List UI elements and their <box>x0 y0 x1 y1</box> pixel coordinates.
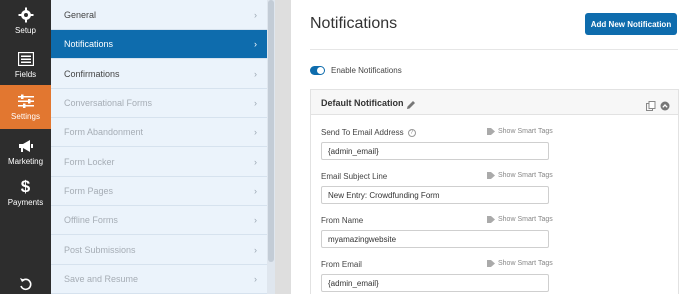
submenu-item-label: General <box>64 10 97 20</box>
rail-label: Setup <box>15 26 36 35</box>
rail-label: Fields <box>14 70 37 79</box>
show-smart-tags-link[interactable]: Show Smart Tags <box>487 172 553 179</box>
show-smart-tags-link[interactable]: Show Smart Tags <box>487 260 553 267</box>
toggle-knob <box>317 67 324 74</box>
chevron-right-icon: › <box>254 127 257 137</box>
chevron-right-icon: › <box>254 98 257 108</box>
from-email-input[interactable]: {admin_email} <box>321 274 549 292</box>
submenu-item-form-pages[interactable]: Form Pages › <box>51 177 267 206</box>
rail-label: Payments <box>7 198 44 207</box>
submenu-item-label: Conversational Forms <box>64 98 153 108</box>
chevron-right-icon: › <box>254 157 257 167</box>
notifications-panel: Notifications Add New Notification Enabl… <box>291 0 680 294</box>
show-smart-tags-link[interactable]: Show Smart Tags <box>487 128 553 135</box>
field-label: Send To Email Address <box>321 128 404 137</box>
from-email-label: From Email <box>321 260 362 269</box>
submenu-item-general[interactable]: General › <box>51 1 267 30</box>
field-label: Email Subject Line <box>321 172 388 181</box>
undo-icon <box>17 276 35 291</box>
megaphone-icon <box>17 138 35 154</box>
smart-tags-label: Show Smart Tags <box>498 260 553 267</box>
notification-card: Default Notification Send To Email Addre… <box>310 89 679 294</box>
submenu-item-save-and-resume[interactable]: Save and Resume › <box>51 265 267 294</box>
from-name-label: From Name <box>321 216 363 225</box>
chevron-right-icon: › <box>254 215 257 225</box>
chevron-right-icon: › <box>254 10 257 20</box>
duplicate-icon[interactable] <box>646 98 656 111</box>
sliders-icon <box>17 93 35 109</box>
submenu-item-label: Notifications <box>64 39 114 49</box>
tag-icon <box>487 216 495 223</box>
submenu-item-form-locker[interactable]: Form Locker › <box>51 148 267 177</box>
tag-icon <box>487 260 495 267</box>
rail-item-marketing[interactable]: Marketing <box>0 131 51 173</box>
gear-icon <box>17 7 35 23</box>
show-smart-tags-link[interactable]: Show Smart Tags <box>487 216 553 223</box>
chevron-right-icon: › <box>254 274 257 284</box>
rail-item-payments[interactable]: $ Payments <box>0 172 51 214</box>
smart-tags-label: Show Smart Tags <box>498 172 553 179</box>
icon-rail: Setup Fields Settings Marketing $ Paymen… <box>0 0 51 294</box>
scrollbar-thumb[interactable] <box>268 0 274 262</box>
fields-icon <box>17 51 35 67</box>
field-label: From Name <box>321 216 364 225</box>
email-subject-label: Email Subject Line <box>321 172 387 181</box>
chevron-right-icon: › <box>254 186 257 196</box>
submenu-item-offline-forms[interactable]: Offline Forms › <box>51 206 267 235</box>
rail-label: Marketing <box>7 157 44 166</box>
rail-label: Settings <box>11 112 40 121</box>
submenu-item-notifications[interactable]: Notifications › <box>51 30 267 59</box>
smart-tags-label: Show Smart Tags <box>498 128 553 135</box>
chevron-right-icon: › <box>254 39 257 49</box>
collapse-icon[interactable] <box>660 98 670 111</box>
card-header[interactable]: Default Notification <box>311 90 678 115</box>
submenu-item-label: Form Abandonment <box>64 127 144 137</box>
tag-icon <box>487 128 495 135</box>
send-to-email-label: Send To Email Address ? <box>321 128 416 137</box>
pencil-icon[interactable] <box>406 97 416 109</box>
submenu-item-label: Save and Resume <box>64 274 139 284</box>
submenu-item-label: Form Locker <box>64 157 115 167</box>
rail-item-setup[interactable]: Setup <box>0 0 51 42</box>
chevron-right-icon: › <box>254 245 257 255</box>
submenu-item-conversational-forms[interactable]: Conversational Forms › <box>51 89 267 118</box>
panel-gap <box>275 0 291 294</box>
rail-item-undo[interactable] <box>0 276 51 294</box>
tag-icon <box>487 172 495 179</box>
email-subject-input[interactable]: New Entry: Crowdfunding Form <box>321 186 549 204</box>
from-name-input[interactable]: myamazingwebsite <box>321 230 549 248</box>
submenu-item-label: Offline Forms <box>64 215 118 225</box>
smart-tags-label: Show Smart Tags <box>498 216 553 223</box>
dollar-icon: $ <box>20 177 31 196</box>
submenu-item-form-abandonment[interactable]: Form Abandonment › <box>51 118 267 147</box>
submenu-item-confirmations[interactable]: Confirmations › <box>51 60 267 89</box>
enable-notifications-toggle[interactable] <box>310 66 325 75</box>
send-to-email-input[interactable]: {admin_email} <box>321 142 549 160</box>
settings-submenu: General › Notifications › Confirmations … <box>51 0 275 294</box>
chevron-right-icon: › <box>254 69 257 79</box>
submenu-scrollbar[interactable] <box>267 0 275 294</box>
divider <box>310 49 678 50</box>
rail-item-fields[interactable]: Fields <box>0 44 51 86</box>
page-title: Notifications <box>310 15 398 32</box>
rail-item-settings[interactable]: Settings <box>0 85 51 129</box>
submenu-item-post-submissions[interactable]: Post Submissions › <box>51 236 267 265</box>
add-new-notification-button[interactable]: Add New Notification <box>585 13 677 35</box>
submenu-item-label: Post Submissions <box>64 245 136 255</box>
field-label: From Email <box>321 260 362 269</box>
toggle-label: Enable Notifications <box>331 66 402 75</box>
card-title: Default Notification <box>321 98 404 108</box>
submenu-item-label: Form Pages <box>64 186 114 196</box>
submenu-item-label: Confirmations <box>64 69 120 79</box>
help-icon[interactable]: ? <box>407 128 416 137</box>
